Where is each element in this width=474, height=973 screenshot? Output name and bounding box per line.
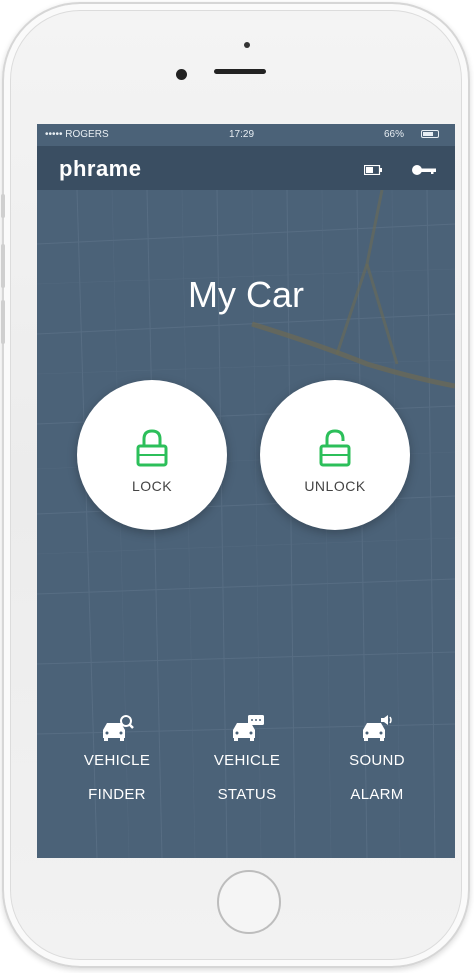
earpiece-speaker bbox=[214, 69, 266, 74]
car-sound-icon bbox=[363, 715, 392, 741]
status-bar: ••••• ROGERS 17:29 66% bbox=[37, 124, 455, 146]
lock-label: LOCK bbox=[131, 478, 173, 494]
clock-label: 17:29 bbox=[229, 129, 255, 140]
action-label-line2: STATUS bbox=[217, 786, 277, 803]
battery-percent: 66% bbox=[384, 129, 405, 140]
sound-alarm-button[interactable]: SOUND ALARM bbox=[307, 714, 447, 834]
volume-up-button bbox=[1, 244, 5, 288]
action-label-line1: SOUND bbox=[349, 752, 405, 769]
vehicle-status-button[interactable]: VEHICLE STATUS bbox=[177, 714, 317, 834]
car-battery-icon[interactable] bbox=[364, 165, 382, 175]
car-search-icon bbox=[103, 715, 134, 741]
mute-switch bbox=[1, 194, 5, 218]
action-label-line2: ALARM bbox=[350, 786, 404, 803]
action-label-line1: VEHICLE bbox=[213, 752, 281, 769]
action-label-line1: VEHICLE bbox=[83, 752, 151, 769]
carrier-label: ••••• ROGERS bbox=[45, 129, 109, 140]
app-logo: phrame bbox=[59, 156, 142, 181]
app-header: phrame bbox=[37, 146, 455, 190]
volume-down-button bbox=[1, 300, 5, 344]
unlock-label: UNLOCK bbox=[304, 478, 366, 494]
front-camera bbox=[176, 69, 187, 80]
battery-icon bbox=[421, 130, 439, 138]
car-message-icon bbox=[233, 715, 264, 741]
unlock-icon bbox=[319, 429, 351, 467]
sensor-dot bbox=[244, 42, 250, 48]
key-icon[interactable] bbox=[411, 163, 437, 177]
quick-actions: VEHICLE FINDER VEHICLE STATUS SOUND ALAR… bbox=[37, 714, 455, 844]
vehicle-finder-button[interactable]: VEHICLE FINDER bbox=[47, 714, 187, 834]
lock-button[interactable]: LOCK bbox=[77, 380, 227, 530]
app-screen: ••••• ROGERS 17:29 66% phrame My Car LOC… bbox=[37, 124, 455, 858]
home-button[interactable] bbox=[217, 870, 281, 934]
unlock-button[interactable]: UNLOCK bbox=[260, 380, 410, 530]
action-label-line2: FINDER bbox=[88, 786, 146, 803]
page-title: My Car bbox=[188, 274, 304, 315]
lock-icon bbox=[136, 429, 168, 467]
